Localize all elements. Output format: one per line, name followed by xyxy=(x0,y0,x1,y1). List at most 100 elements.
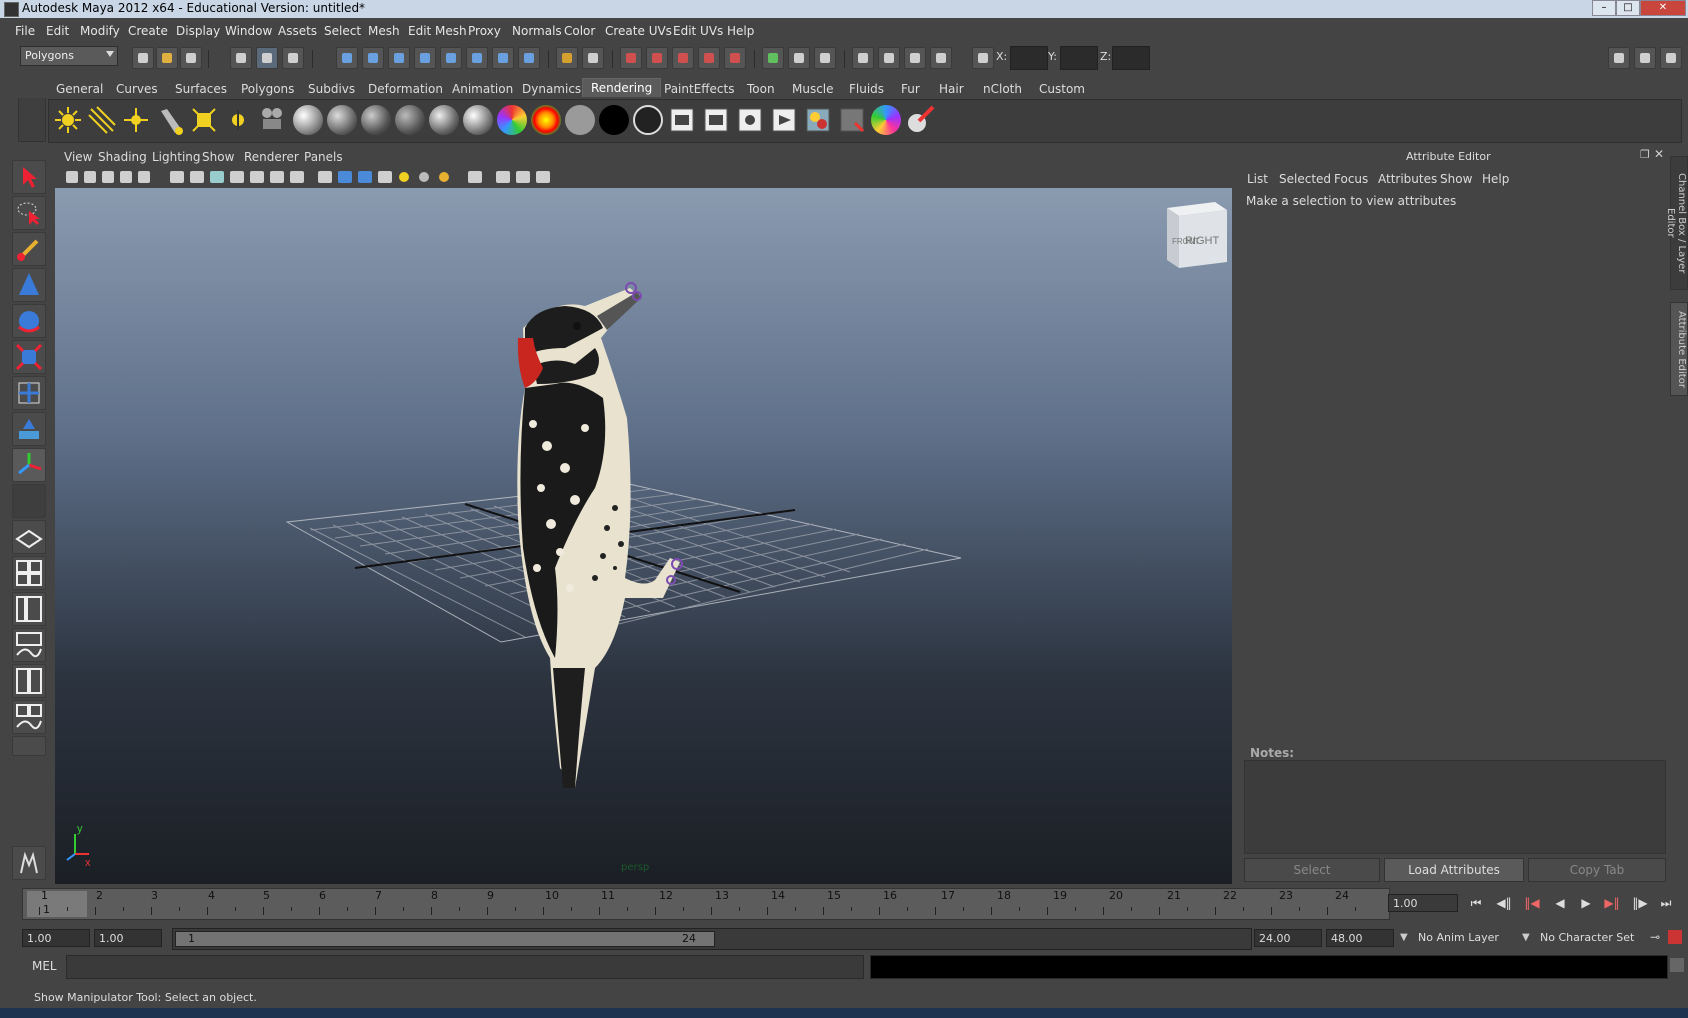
perspective-viewport[interactable]: FRONT RIGHT y x persp xyxy=(55,188,1232,884)
menu-normals[interactable]: Normals xyxy=(512,24,562,38)
panel-toolbar-icons[interactable] xyxy=(64,168,584,186)
spot-light-icon[interactable] xyxy=(155,105,185,135)
side-tab-channel-box[interactable]: Channel Box / Layer Editor xyxy=(1665,156,1688,290)
shelf-tab-dynamics[interactable]: Dynamics xyxy=(522,82,581,96)
shelf-tab-ncloth[interactable]: nCloth xyxy=(983,82,1022,96)
input-output-icon[interactable] xyxy=(788,47,810,69)
scene-canvas[interactable]: FRONT RIGHT y x xyxy=(55,188,1232,884)
playback-end-field[interactable]: 24.00 xyxy=(1254,929,1322,947)
persp-graph-outliner-layout-icon[interactable] xyxy=(12,700,46,734)
menu-create-uvs[interactable]: Create UVs xyxy=(605,24,672,38)
command-language-label[interactable]: MEL xyxy=(14,955,64,979)
menu-edit[interactable]: Edit xyxy=(46,24,69,38)
maya-logo-icon[interactable] xyxy=(12,846,46,880)
toggle-attribute-editor-icon[interactable] xyxy=(1608,47,1630,69)
play-forwards-icon[interactable]: ▶ xyxy=(1576,896,1596,912)
panel-menu-lighting[interactable]: Lighting xyxy=(152,150,201,164)
shelf-tab-fluids[interactable]: Fluids xyxy=(849,82,884,96)
snap-grid-icon[interactable] xyxy=(620,47,642,69)
render-settings-icon[interactable] xyxy=(904,47,926,69)
surface-shader-icon[interactable] xyxy=(565,105,595,135)
load-attributes-button[interactable]: Load Attributes xyxy=(1384,858,1524,882)
step-back-frame-icon[interactable]: ◀‖ xyxy=(1494,896,1514,912)
character-set-dropdown[interactable]: No Character Set xyxy=(1536,929,1648,947)
select-object-icon[interactable] xyxy=(256,47,278,69)
select-handles-icon[interactable] xyxy=(336,47,358,69)
point-light-icon[interactable] xyxy=(121,105,151,135)
menu-create[interactable]: Create xyxy=(128,24,168,38)
select-rendering-icon[interactable] xyxy=(492,47,514,69)
ambient-light-icon[interactable] xyxy=(53,105,83,135)
step-forward-key-icon[interactable]: ▶‖ xyxy=(1602,896,1622,912)
shader-ball-1-icon[interactable] xyxy=(293,105,323,135)
menu-file[interactable]: File xyxy=(15,24,35,38)
volume-light-icon[interactable] xyxy=(223,105,253,135)
step-back-key-icon[interactable]: ‖◀ xyxy=(1522,896,1542,912)
construction-history-icon[interactable] xyxy=(762,47,784,69)
play-backwards-icon[interactable]: ◀ xyxy=(1550,896,1570,912)
show-manipulator-icon[interactable] xyxy=(12,448,46,482)
woodpecker-model[interactable] xyxy=(517,282,683,788)
select-joints-icon[interactable] xyxy=(362,47,384,69)
side-tab-attribute-editor[interactable]: Attribute Editor xyxy=(1670,302,1688,396)
panel-menu-view[interactable]: View xyxy=(64,150,92,164)
menu-mesh[interactable]: Mesh xyxy=(368,24,400,38)
menu-window[interactable]: Window xyxy=(225,24,272,38)
shelf-tab-custom[interactable]: Custom xyxy=(1039,82,1085,96)
hypershade-icon[interactable] xyxy=(930,47,952,69)
shader-ball-4-icon[interactable] xyxy=(395,105,425,135)
render-layers-icon[interactable] xyxy=(837,105,867,135)
key-icon[interactable]: ⊸ xyxy=(1650,930,1660,944)
select-button[interactable]: Select xyxy=(1244,858,1380,882)
end-time-field[interactable]: 48.00 xyxy=(1326,929,1394,947)
attr-menu-selected[interactable]: Selected xyxy=(1279,172,1331,186)
notes-textarea[interactable] xyxy=(1244,760,1666,854)
soft-modification-icon[interactable] xyxy=(12,412,46,446)
shader-ball-2-icon[interactable] xyxy=(327,105,357,135)
ipr-render-icon[interactable] xyxy=(878,47,900,69)
panel-menu-renderer[interactable]: Renderer xyxy=(244,150,299,164)
select-misc-icon[interactable] xyxy=(518,47,540,69)
shelf-tab-surfaces[interactable]: Surfaces xyxy=(175,82,227,96)
time-slider[interactable]: 1 1 2 3 4 5 6 7 8 9 10 11 12 13 14 15 16… xyxy=(22,888,1390,920)
close-panel-icon[interactable]: ✕ xyxy=(1654,147,1664,161)
area-light-icon[interactable] xyxy=(189,105,219,135)
start-time-field[interactable]: 1.00 xyxy=(22,929,90,947)
camera-icon[interactable] xyxy=(257,105,287,135)
attr-menu-help[interactable]: Help xyxy=(1482,172,1509,186)
move-tool-icon[interactable] xyxy=(12,268,46,302)
command-input[interactable] xyxy=(66,955,864,979)
copy-tab-button[interactable]: Copy Tab xyxy=(1528,858,1666,882)
shading-map-icon[interactable] xyxy=(633,105,663,135)
y-field[interactable] xyxy=(1060,46,1098,70)
select-curves-icon[interactable] xyxy=(388,47,410,69)
shelf-tab-animation[interactable]: Animation xyxy=(452,82,513,96)
shelf-tab-subdivs[interactable]: Subdivs xyxy=(308,82,355,96)
toggle-tool-settings-icon[interactable] xyxy=(1634,47,1656,69)
go-to-end-icon[interactable]: ⏭ xyxy=(1656,896,1676,912)
anim-layer-chevron-icon[interactable]: ▼ xyxy=(1400,932,1408,943)
select-dynamics-icon[interactable] xyxy=(466,47,488,69)
rotate-tool-icon[interactable] xyxy=(12,304,46,338)
new-scene-icon[interactable] xyxy=(132,47,154,69)
select-surfaces-icon[interactable] xyxy=(414,47,436,69)
select-tool-icon[interactable] xyxy=(12,160,46,194)
hypershade-persp-layout-icon[interactable] xyxy=(12,664,46,698)
render-view-icon[interactable] xyxy=(667,105,697,135)
four-view-layout-icon[interactable] xyxy=(12,556,46,590)
open-scene-icon[interactable] xyxy=(156,47,178,69)
single-perspective-layout-icon[interactable] xyxy=(12,520,46,554)
menu-modify[interactable]: Modify xyxy=(80,24,120,38)
select-deformations-icon[interactable] xyxy=(440,47,462,69)
ipr-render-shelf-icon[interactable] xyxy=(735,105,765,135)
panel-menu-shading[interactable]: Shading xyxy=(98,150,147,164)
shader-ball-3-icon[interactable] xyxy=(361,105,391,135)
last-tool-slot[interactable] xyxy=(12,484,46,518)
shelf-tab-toon[interactable]: Toon xyxy=(747,82,775,96)
persp-graph-layout-icon[interactable] xyxy=(12,628,46,662)
shelf-tab-deformation[interactable]: Deformation xyxy=(368,82,443,96)
menu-set-dropdown[interactable]: Polygons xyxy=(20,46,118,66)
maximize-icon[interactable]: □ xyxy=(1616,0,1640,16)
universal-manipulator-icon[interactable] xyxy=(12,376,46,410)
menu-assets[interactable]: Assets xyxy=(278,24,317,38)
